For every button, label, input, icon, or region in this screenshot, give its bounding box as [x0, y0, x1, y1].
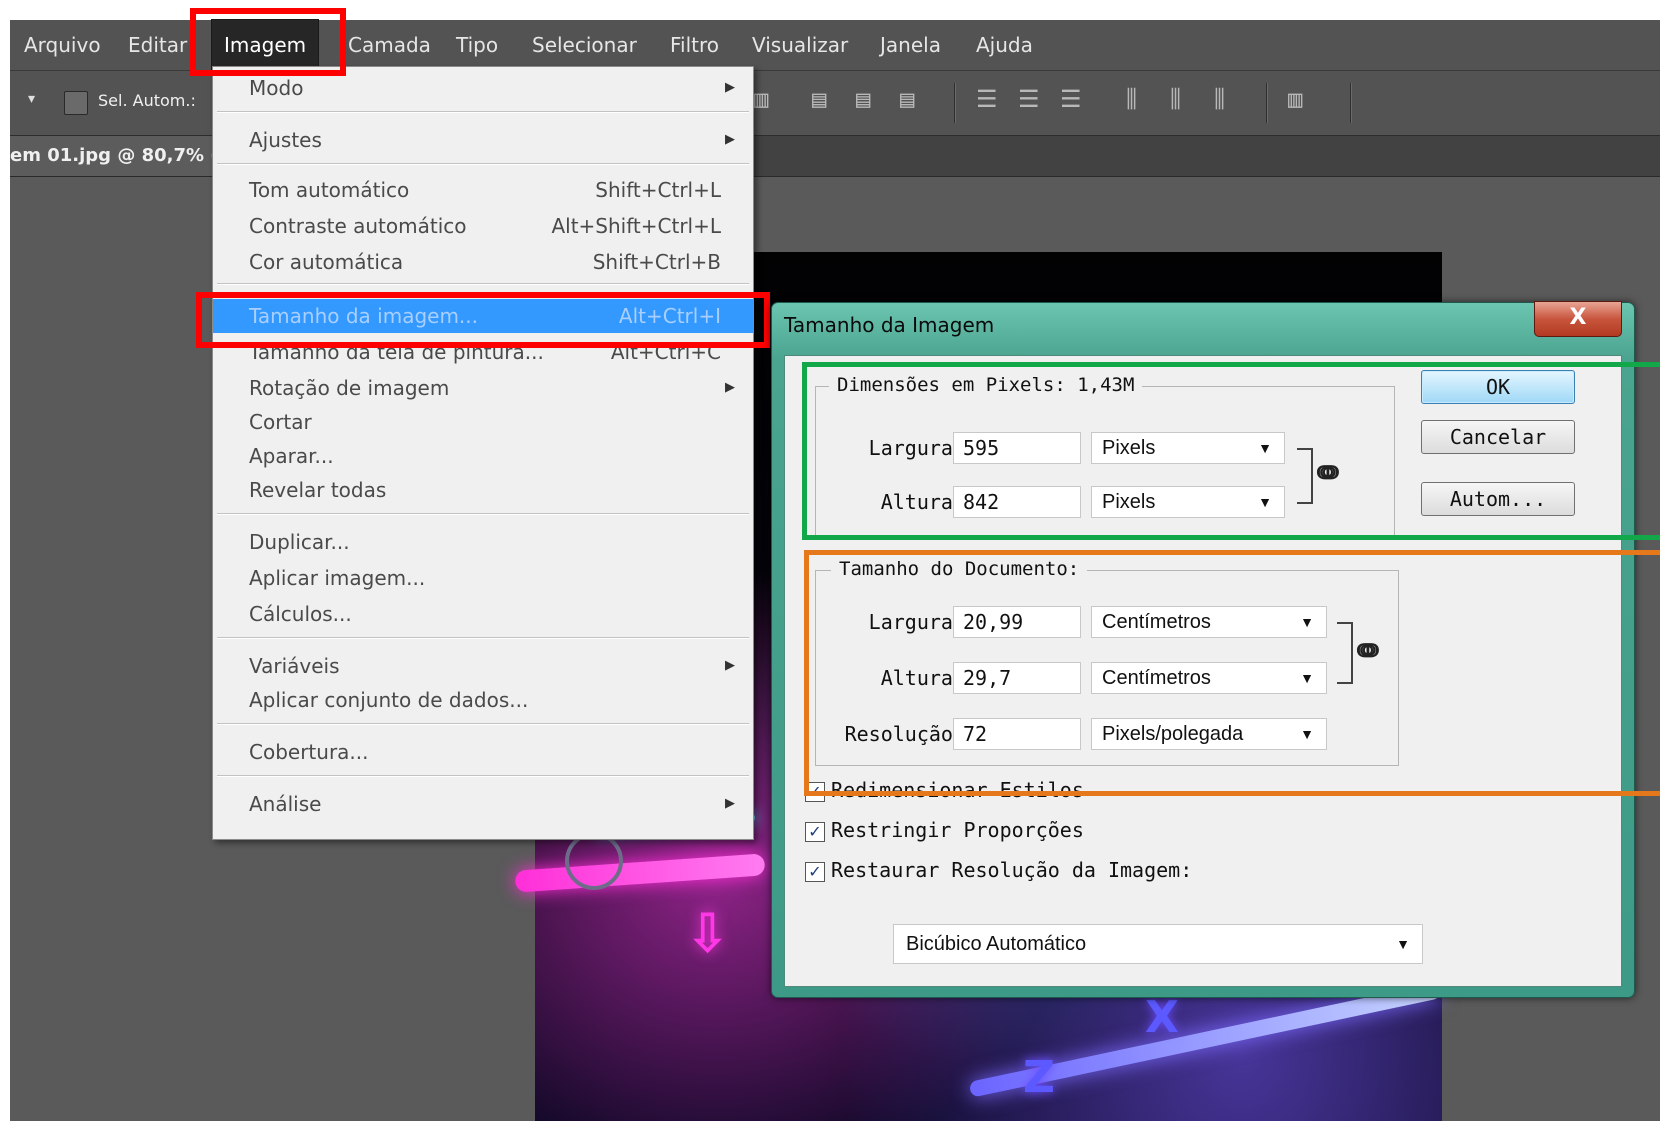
menu-item-tom-automatico[interactable]: Tom automático Shift+Ctrl+L: [213, 173, 753, 207]
submenu-arrow-icon: ▶: [725, 796, 735, 811]
submenu-arrow-icon: ▶: [725, 658, 735, 673]
align-top-edges-icon[interactable]: ▤: [812, 85, 826, 113]
key-letter: Z: [1023, 1052, 1055, 1103]
neon-light-strip: [514, 853, 766, 893]
annotation-highlight-imagem-menu: [190, 8, 346, 76]
menu-item-cobertura[interactable]: Cobertura...: [213, 735, 753, 769]
annotation-highlight-pixel-dimensions: [802, 362, 1660, 540]
annotation-highlight-document-size: [804, 550, 1660, 796]
distribute-top-icon[interactable]: ☰: [976, 85, 998, 113]
menu-item-cor-automatica[interactable]: Cor automática Shift+Ctrl+B: [213, 245, 753, 279]
align-vertical-centers-icon[interactable]: ▤: [856, 85, 870, 113]
menu-separator: [217, 513, 749, 515]
resample-image-checkbox[interactable]: ✓: [805, 862, 825, 882]
menu-item-duplicar[interactable]: Duplicar...: [213, 525, 753, 559]
align-bottom-edges-icon[interactable]: ▤: [900, 85, 914, 113]
menu-item-aplicar-imagem[interactable]: Aplicar imagem...: [213, 561, 753, 595]
menu-item-modo[interactable]: Modo ▶: [213, 71, 753, 105]
menu-item-analise[interactable]: Análise ▶: [213, 787, 753, 821]
menu-filtro[interactable]: Filtro: [670, 20, 719, 70]
annotation-highlight-tamanho-da-imagem: [196, 292, 770, 348]
menu-editar[interactable]: Editar: [128, 20, 187, 70]
menu-item-aplicar-conjunto-de-dados[interactable]: Aplicar conjunto de dados...: [213, 683, 753, 717]
resample-image-label: Restaurar Resolução da Imagem:: [831, 858, 1193, 882]
photoshop-window: Arquivo Editar Imagem Camada Tipo Seleci…: [0, 0, 1660, 1121]
arrow-down-key-icon: ⇩: [685, 902, 731, 965]
auto-select-label: Sel. Autom.:: [98, 91, 196, 110]
menu-visualizar[interactable]: Visualizar: [752, 20, 848, 70]
menu-item-aparar[interactable]: Aparar...: [213, 439, 753, 473]
document-tab[interactable]: em 01.jpg @ 80,7% (R: [10, 136, 218, 176]
constrain-proportions-checkbox[interactable]: ✓: [805, 822, 825, 842]
menu-separator: [217, 163, 749, 165]
tool-preset-dropdown-icon[interactable]: ▾: [28, 91, 35, 107]
menu-item-calculos[interactable]: Cálculos...: [213, 597, 753, 631]
distribute-left-icon[interactable]: ⫼: [1126, 85, 1137, 113]
magnifier-icon: [565, 832, 623, 890]
align-left-edges-icon[interactable]: ▥: [754, 85, 768, 113]
menu-separator: [217, 111, 749, 113]
constrain-proportions-label: Restringir Proporções: [831, 818, 1084, 842]
distribute-vcenter-icon[interactable]: ☰: [1018, 85, 1040, 113]
distribute-hcenter-icon[interactable]: ⫼: [1170, 85, 1181, 113]
menu-item-revelar-todas[interactable]: Revelar todas: [213, 473, 753, 507]
imagem-dropdown-menu: Modo ▶ Ajustes ▶ Tom automático Shift+Ct…: [212, 66, 754, 840]
menu-arquivo[interactable]: Arquivo: [24, 20, 101, 70]
close-button[interactable]: X: [1534, 301, 1622, 337]
menu-camada[interactable]: Camada: [348, 20, 431, 70]
dialog-title: Tamanho da Imagem: [784, 313, 995, 337]
submenu-arrow-icon: ▶: [725, 132, 735, 147]
menu-item-variaveis[interactable]: Variáveis ▶: [213, 649, 753, 683]
submenu-arrow-icon: ▶: [725, 80, 735, 95]
distribute-bottom-icon[interactable]: ☰: [1060, 85, 1082, 113]
auto-select-checkbox[interactable]: [64, 91, 88, 115]
menu-separator: [217, 283, 749, 285]
menu-selecionar[interactable]: Selecionar: [532, 20, 637, 70]
menu-item-contraste-automatico[interactable]: Contraste automático Alt+Shift+Ctrl+L: [213, 209, 753, 243]
menu-tipo[interactable]: Tipo: [456, 20, 498, 70]
chevron-down-icon: ▼: [1396, 936, 1410, 952]
menu-separator: [217, 723, 749, 725]
menu-item-rotacao-de-imagem[interactable]: Rotação de imagem ▶: [213, 371, 753, 405]
auto-align-layers-icon[interactable]: ▥: [1288, 85, 1302, 113]
menu-item-ajustes[interactable]: Ajustes ▶: [213, 123, 753, 157]
distribute-right-icon[interactable]: ⫼: [1214, 85, 1225, 113]
key-letter: X: [1145, 992, 1179, 1043]
resample-method-select[interactable]: Bicúbico Automático ▼: [893, 924, 1423, 964]
menu-janela[interactable]: Janela: [880, 20, 941, 70]
menu-separator: [217, 775, 749, 777]
menu-item-cortar[interactable]: Cortar: [213, 405, 753, 439]
toolbar-separator: [954, 83, 956, 123]
submenu-arrow-icon: ▶: [725, 380, 735, 395]
toolbar-separator: [1266, 83, 1268, 123]
toolbar-separator: [1350, 83, 1352, 123]
menu-ajuda[interactable]: Ajuda: [976, 20, 1033, 70]
menu-separator: [217, 637, 749, 639]
